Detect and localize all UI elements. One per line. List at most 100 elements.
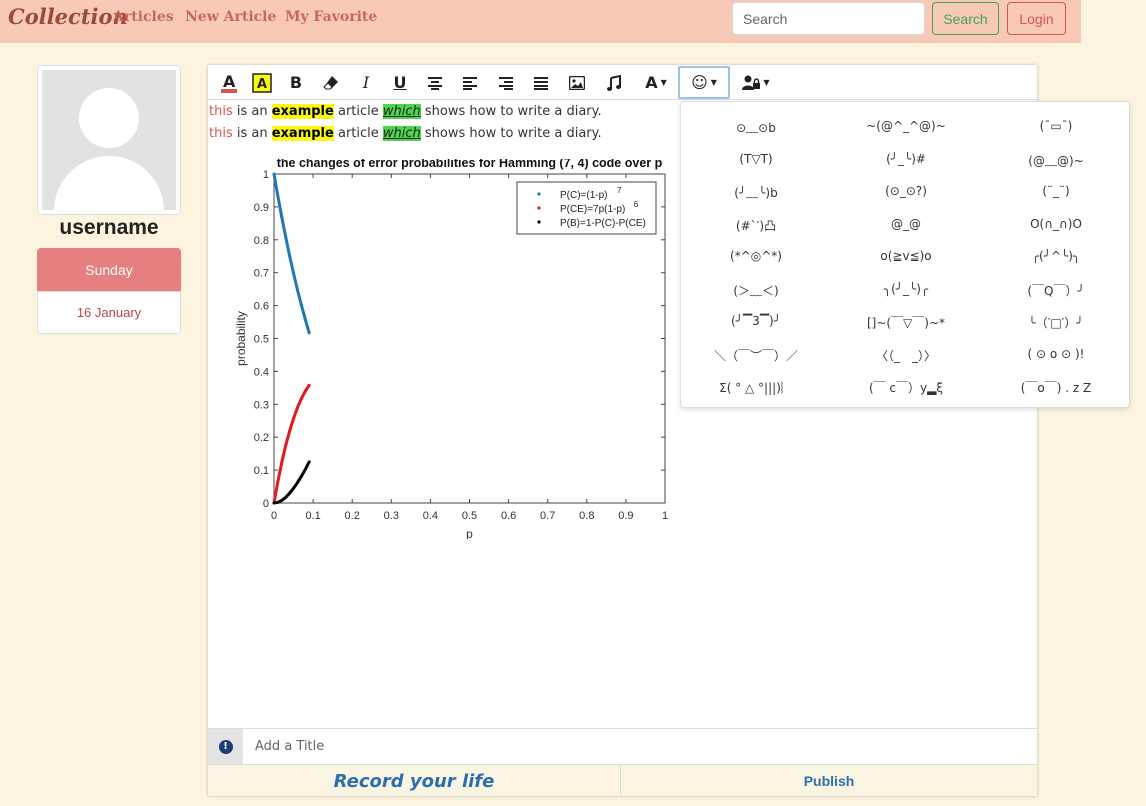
data-point <box>303 317 307 321</box>
title-input[interactable] <box>245 729 1025 764</box>
chart-title: the changes of error probabilities for H… <box>277 159 663 170</box>
align-justify-icon[interactable] <box>531 69 551 96</box>
emoticon-item[interactable]: []~(￣▽￣)~* <box>831 314 981 331</box>
toolbar-highlight-letter: A <box>257 77 267 92</box>
info-cell: ! <box>208 729 243 764</box>
emoticon-item[interactable]: o(≧v≦)o <box>831 249 981 263</box>
emoticon-item[interactable]: Σ( ° △ °|||)︴ <box>681 379 831 396</box>
x-tick-label: 0.3 <box>384 510 399 522</box>
brand-logo[interactable]: Collection <box>8 4 128 29</box>
series-line <box>272 173 311 334</box>
emoticon-item[interactable]: (¨_¨) <box>981 184 1131 198</box>
data-point <box>284 495 288 499</box>
emoticon-item[interactable]: (╯_╰)# <box>831 152 981 166</box>
align-center-icon[interactable] <box>425 69 445 96</box>
data-point <box>295 481 299 485</box>
image-icon[interactable] <box>567 69 587 96</box>
emoticon-item[interactable]: ＼（￣︶￣）／ <box>681 347 831 364</box>
smiley-icon: ☺ <box>691 73 708 92</box>
avatar[interactable] <box>42 70 176 210</box>
username: username <box>59 216 159 239</box>
emoticon-item[interactable]: (T▽T) <box>681 152 831 166</box>
text-plain: shows how to write a diary. <box>420 126 602 141</box>
text-plain: is an <box>232 104 272 119</box>
login-button[interactable]: Login <box>1007 2 1066 35</box>
nav-new-article[interactable]: New Article <box>185 9 276 25</box>
y-tick-label: 0.1 <box>254 465 269 477</box>
emoticon-item[interactable]: (￣ c￣）y▂ξ <box>831 379 981 396</box>
y-tick-label: 0 <box>263 498 269 510</box>
bold-icon[interactable]: B <box>286 69 306 96</box>
nav-my-favorite[interactable]: My Favorite <box>285 9 377 25</box>
search-button[interactable]: Search <box>932 2 999 35</box>
text-plain: article <box>333 126 383 141</box>
chevron-down-icon: ▼ <box>763 78 770 87</box>
chart-figure[interactable]: 0 0.1 0.2 0.3 0.4 0.5 0.6 0.7 0.8 0.9 1 0 0.1 0.2 0.3 0… <box>223 159 715 539</box>
text-highlight-yellow: example <box>271 126 334 141</box>
x-tick-label: 0.8 <box>579 510 594 522</box>
y-tick-label: 0.7 <box>254 268 269 280</box>
x-tick-label: 0.9 <box>618 510 633 522</box>
text-plain: article <box>333 104 383 119</box>
content-line: this is an example article which shows h… <box>209 126 602 141</box>
x-tick-label: 0.1 <box>305 510 320 522</box>
publish-button[interactable]: Publish <box>621 765 1037 797</box>
font-color-icon[interactable]: A <box>218 69 240 96</box>
legend-entry: P(B)=1-P(C)-P(CE) <box>560 218 646 229</box>
eraser-icon[interactable] <box>321 69 341 96</box>
data-point <box>295 288 299 292</box>
emoticon-item[interactable]: (*^◎^*) <box>681 249 831 263</box>
align-left-icon[interactable] <box>460 69 480 96</box>
data-point <box>299 303 303 307</box>
avatar-card <box>37 65 181 215</box>
data-point <box>299 474 303 478</box>
emoticon-item[interactable]: ╰（‵□′）╯ <box>981 314 1131 331</box>
align-right-icon[interactable] <box>496 69 516 96</box>
emoticon-item[interactable]: (¯▭¯) <box>981 119 1131 133</box>
emoticon-item[interactable]: (＞﹏＜) <box>681 282 831 299</box>
emoticon-item[interactable]: (#`′)凸 <box>681 217 831 234</box>
underline-icon[interactable]: U <box>390 69 410 96</box>
emoticon-item[interactable]: (@﹏@)~ <box>981 152 1131 169</box>
y-tick-label: 0.9 <box>254 202 269 214</box>
search-input[interactable] <box>732 2 925 35</box>
emoticon-item[interactable]: ~(@^_^@)~ <box>831 119 981 133</box>
y-tick-label: 1 <box>263 169 269 181</box>
x-tick-label: 0.2 <box>345 510 360 522</box>
emoji-icon[interactable]: ☺ ▼ <box>678 66 730 99</box>
highlight-icon[interactable]: A <box>251 69 273 96</box>
data-point <box>272 501 276 505</box>
italic-icon[interactable]: I <box>356 69 376 96</box>
emoticon-item[interactable]: (￣o￣) . z Z <box>981 379 1131 396</box>
x-axis-label: p <box>466 527 473 539</box>
emoticon-item[interactable]: ╭(╯^╰)╮ <box>981 249 1131 263</box>
data-point <box>292 486 296 490</box>
y-tick-label: 0.3 <box>254 399 269 411</box>
x-tick-label: 0.4 <box>423 510 438 522</box>
legend-marker <box>537 220 541 224</box>
emoticon-item[interactable]: (╯▔3▔)╯ <box>681 314 831 328</box>
data-point <box>288 254 292 258</box>
legend-entry: P(CE)=7p(1-p) <box>560 204 625 215</box>
emoticon-item[interactable]: (￣Q￣）╯ <box>981 282 1131 299</box>
emoticon-item[interactable]: (⊙_⊙?) <box>831 184 981 198</box>
emoticon-item[interactable]: O(∩_∩)O <box>981 217 1131 231</box>
data-point <box>292 271 296 275</box>
music-icon[interactable] <box>604 69 624 96</box>
data-point <box>295 406 299 410</box>
data-point <box>299 397 303 401</box>
emoticon-item[interactable]: ( ⊙ o ⊙ )! <box>981 347 1131 361</box>
nav-articles[interactable]: Articles <box>113 9 174 25</box>
chevron-down-icon: ▼ <box>660 78 667 87</box>
emoticon-item[interactable]: ⊙﹏⊙b <box>681 119 831 136</box>
data-point <box>276 194 280 198</box>
emoticon-item[interactable]: ╮(╯_╰)╭ <box>831 282 981 296</box>
date-label: 16 January <box>37 291 181 334</box>
emoticon-item[interactable]: 〈（_ _）〉 <box>831 347 981 364</box>
y-tick-label: 0.2 <box>254 432 269 444</box>
font-size-letter: A <box>645 73 658 92</box>
font-size-icon[interactable]: A ▼ <box>642 69 670 96</box>
emoticon-item[interactable]: (╯﹏╰)b <box>681 184 831 201</box>
emoticon-item[interactable]: @_@ <box>831 217 981 231</box>
user-lock-icon[interactable]: ▼ <box>739 69 773 96</box>
